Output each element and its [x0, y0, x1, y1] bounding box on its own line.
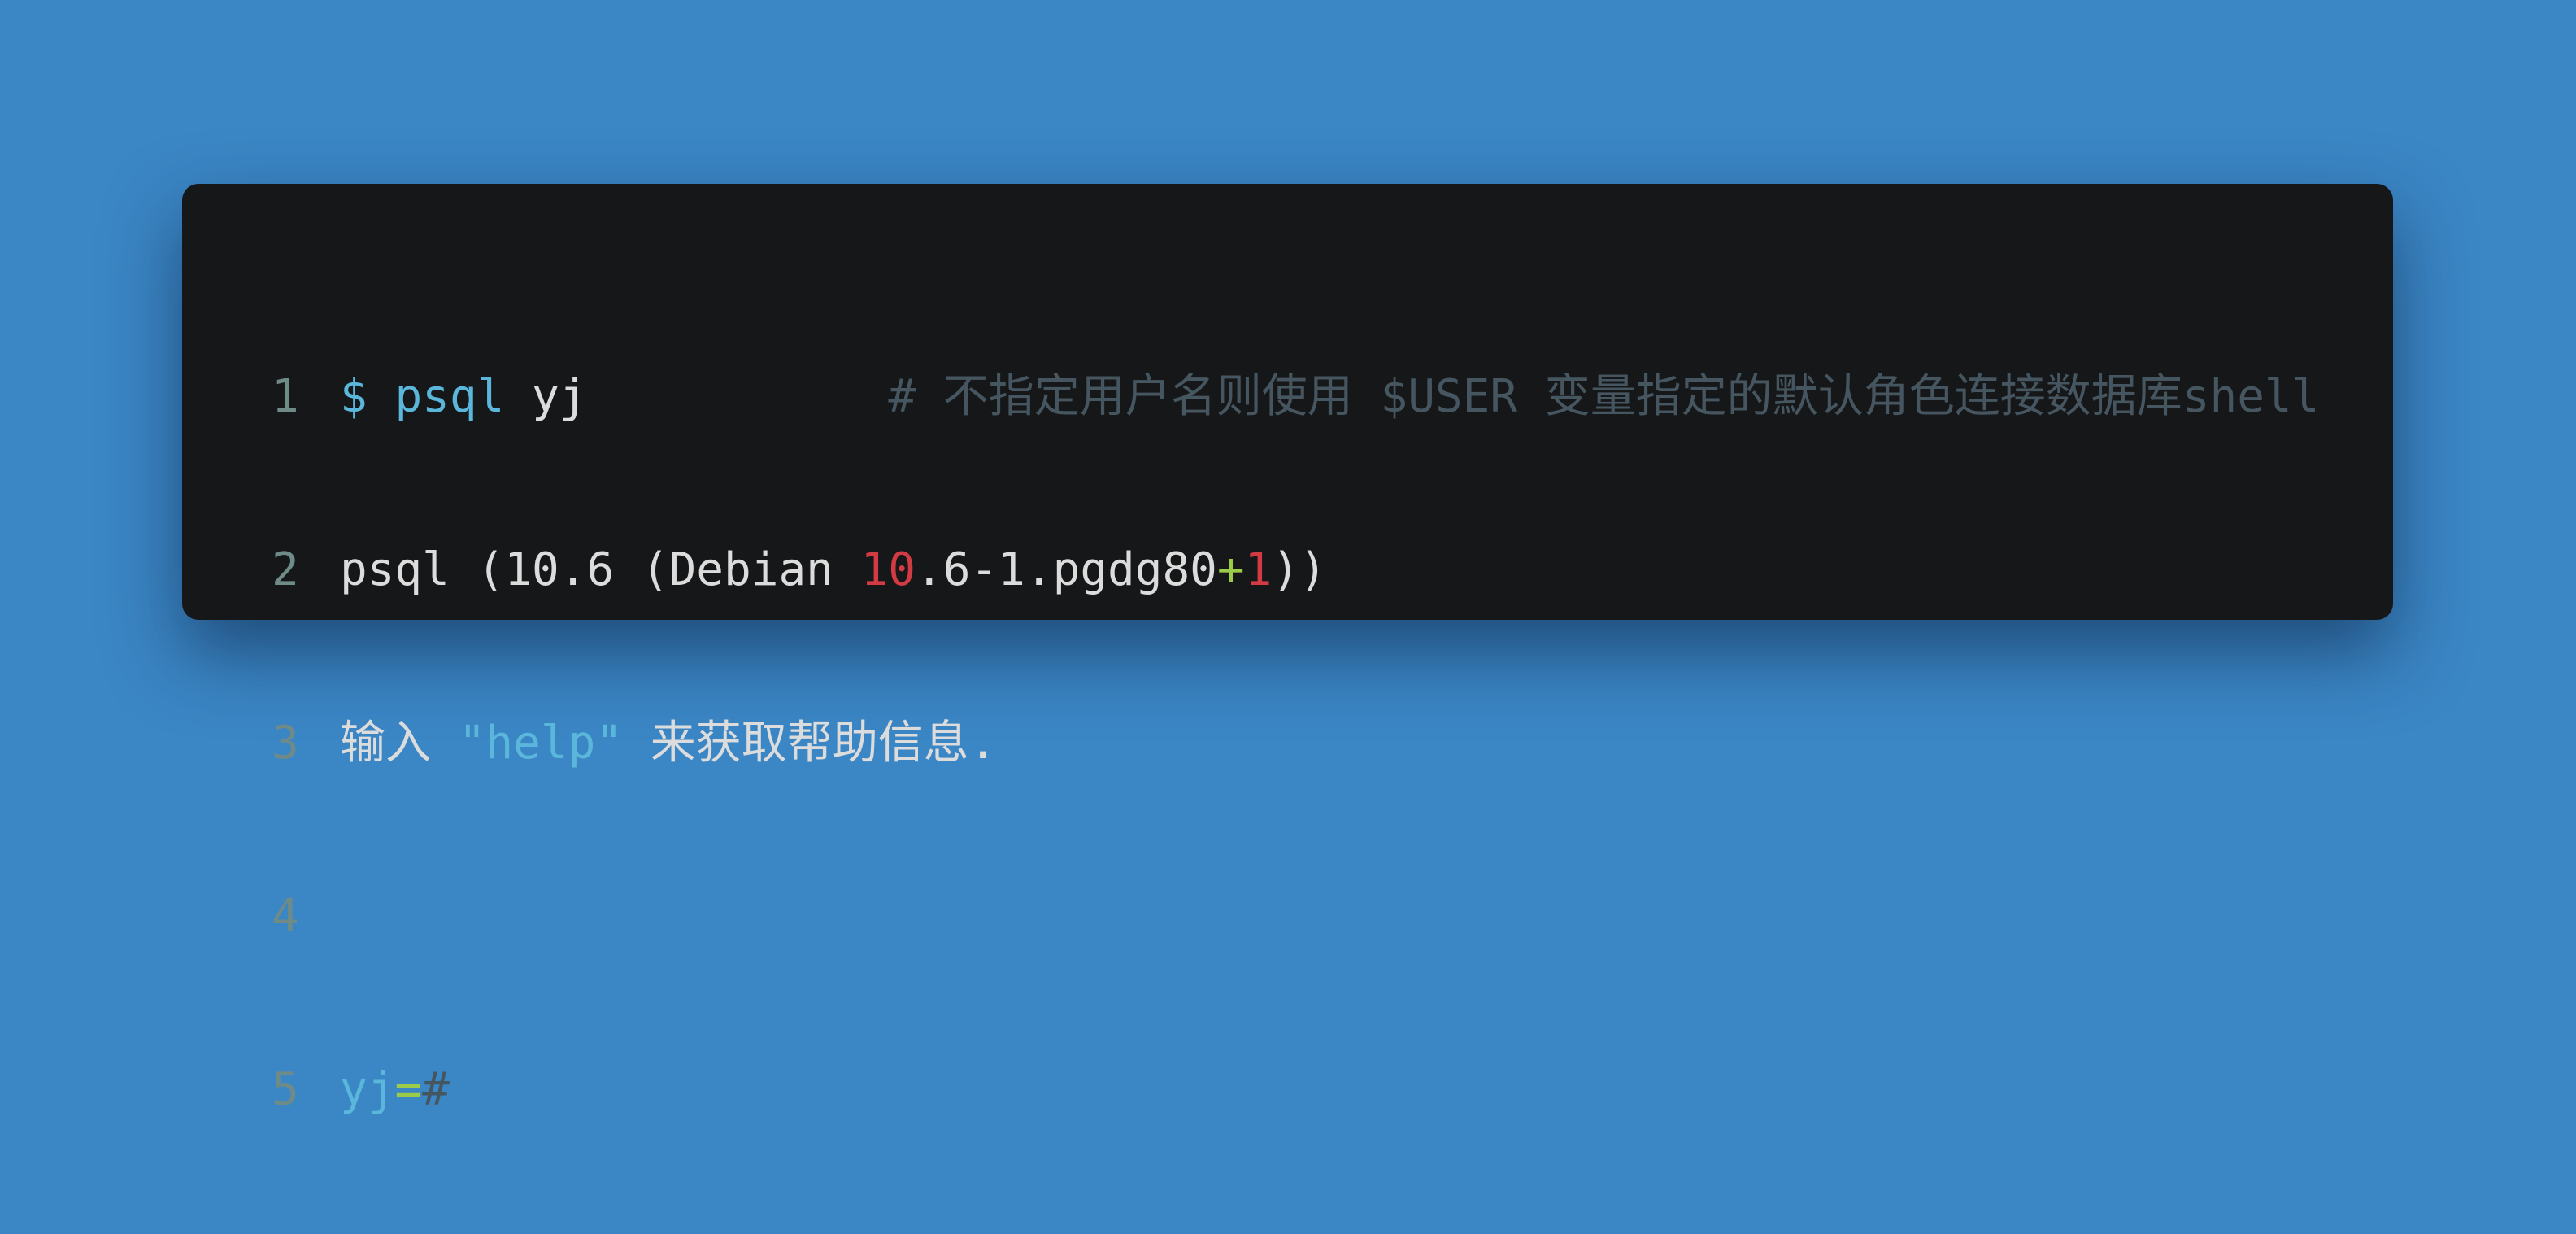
code-line-3: 3 输入 "help" 来获取帮助信息.	[272, 714, 2319, 772]
line-number: 4	[272, 890, 299, 943]
line-number: 3	[272, 717, 299, 770]
line-number: 1	[272, 370, 299, 423]
text: .6-1.pgdg80	[916, 543, 1217, 596]
text: ))	[1272, 543, 1327, 596]
prompt-hash: #	[422, 1063, 450, 1116]
db-name: yj	[340, 1063, 395, 1116]
text: 输入	[340, 717, 459, 770]
command: psql	[394, 370, 505, 423]
operator: +	[1216, 543, 1245, 596]
code-line-2: 2 psql (10.6 (Debian 10.6-1.pgdg80+1))	[272, 541, 2319, 599]
operator: =	[394, 1063, 423, 1116]
code-line-1: 1 $ psql yj # 不指定用户名则使用 $USER 变量指定的默认角色连…	[272, 368, 2319, 425]
code-line-4: 4	[272, 887, 2319, 945]
code-snippet-window: 1 $ psql yj # 不指定用户名则使用 $USER 变量指定的默认角色连…	[182, 184, 2393, 1116]
shell-prompt: $	[340, 370, 395, 423]
string: "help"	[458, 717, 624, 770]
argument: yj	[504, 370, 587, 423]
code-block: 1 $ psql yj # 不指定用户名则使用 $USER 变量指定的默认角色连…	[272, 252, 2319, 1234]
text: psql (10.6 (Debian	[340, 543, 861, 596]
comment: # 不指定用户名则使用 $USER 变量指定的默认角色连接数据库shell	[888, 370, 2320, 423]
text: 来获取帮助信息.	[623, 717, 997, 770]
number: 10	[860, 543, 916, 596]
line-number: 2	[272, 543, 299, 596]
padding	[586, 370, 888, 423]
number: 1	[1244, 543, 1273, 596]
line-number: 5	[272, 1063, 299, 1116]
code-line-5: 5 yj=#	[272, 1061, 2319, 1118]
